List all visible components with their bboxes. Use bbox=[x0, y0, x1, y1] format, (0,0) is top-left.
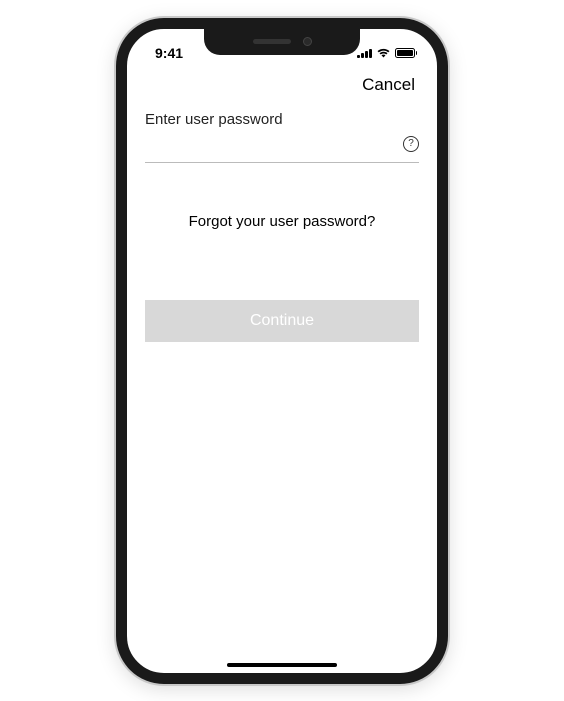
device-notch bbox=[204, 29, 360, 55]
battery-icon bbox=[395, 48, 418, 58]
screen-content: Cancel Enter user password ? Forgot your… bbox=[127, 67, 437, 673]
navigation-bar: Cancel bbox=[145, 67, 419, 111]
password-input-row: ? bbox=[145, 132, 419, 163]
continue-button[interactable]: Continue bbox=[145, 300, 419, 342]
cancel-button[interactable]: Cancel bbox=[362, 75, 415, 95]
front-camera bbox=[303, 37, 312, 46]
status-indicators bbox=[357, 47, 417, 58]
cellular-signal-icon bbox=[357, 48, 372, 58]
help-icon[interactable]: ? bbox=[403, 136, 419, 152]
home-indicator[interactable] bbox=[227, 663, 337, 667]
forgot-password-link[interactable]: Forgot your user password? bbox=[145, 213, 419, 230]
speaker bbox=[253, 39, 291, 44]
password-input[interactable] bbox=[145, 132, 403, 156]
status-time: 9:41 bbox=[155, 45, 183, 61]
password-field-label: Enter user password bbox=[145, 111, 419, 128]
wifi-icon bbox=[376, 47, 391, 58]
phone-device-frame: 9:41 Cancel Enter user password bbox=[116, 18, 448, 684]
